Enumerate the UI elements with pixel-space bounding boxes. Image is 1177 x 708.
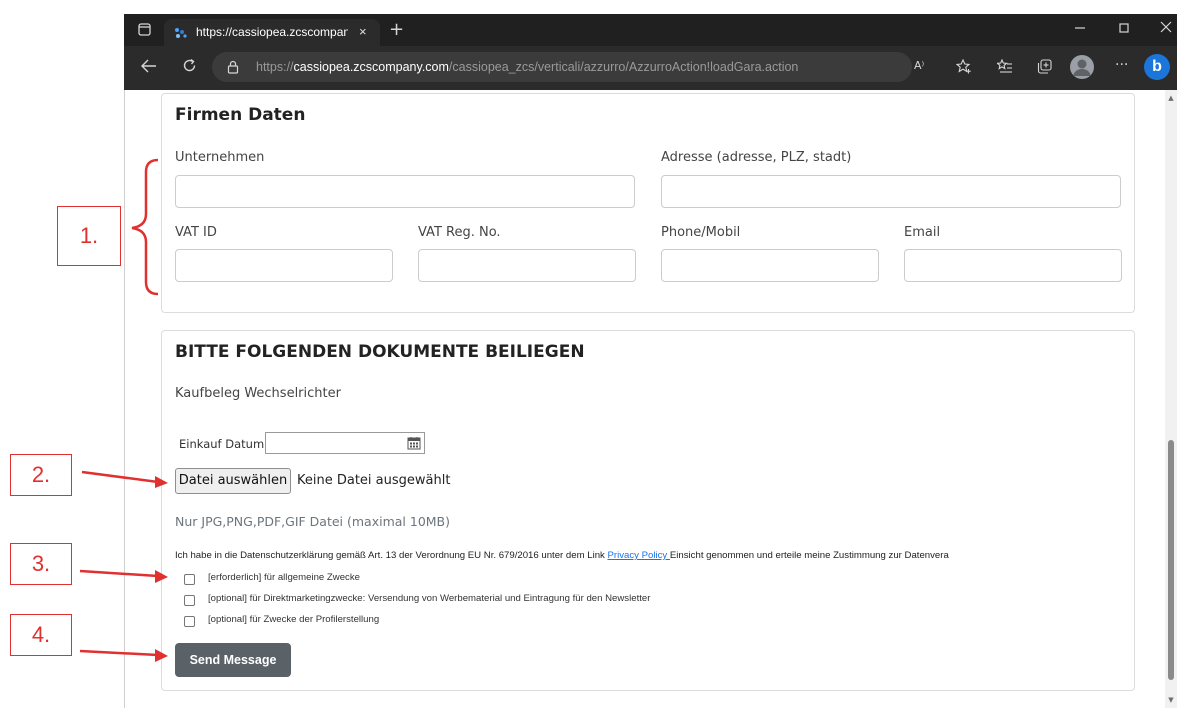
url-text: https://cassiopea.zcscompany.com/cassiop…: [256, 60, 798, 74]
tab-title: https://cassiopea.zcscompany.co: [196, 25, 348, 39]
scroll-thumb[interactable]: [1168, 440, 1174, 680]
annotation-label-1: 1.: [57, 206, 121, 266]
read-aloud-icon[interactable]: A⁾: [914, 60, 924, 71]
close-window-icon[interactable]: [1160, 21, 1172, 36]
company-name-input[interactable]: [175, 175, 635, 208]
consent-general-checkbox[interactable]: [184, 574, 195, 585]
annotation-label-4: 4.: [10, 614, 72, 656]
more-menu-icon[interactable]: ···: [1115, 58, 1128, 72]
tab-close-icon[interactable]: ×: [359, 24, 367, 39]
collections-icon[interactable]: [1037, 59, 1052, 77]
annotation-label-2: 2.: [10, 454, 72, 496]
choose-file-button[interactable]: Datei auswählen: [175, 468, 291, 494]
documents-card: BITTE FOLGENDEN DOKUMENTE BEILIEGEN Kauf…: [161, 330, 1135, 691]
new-tab-icon[interactable]: +: [389, 21, 404, 39]
back-arrow-icon[interactable]: [141, 59, 157, 76]
browser-toolbar: https://cassiopea.zcscompany.com/cassiop…: [124, 46, 1177, 90]
email-input[interactable]: [904, 249, 1122, 282]
company-data-card: Firmen Daten Unternehmen Adresse (adress…: [161, 93, 1135, 313]
calendar-icon[interactable]: [407, 436, 421, 450]
browser-window: https://cassiopea.zcscompany.co × +: [124, 14, 1177, 708]
page-viewport: Firmen Daten Unternehmen Adresse (adress…: [124, 90, 1177, 708]
company-section-title: Firmen Daten: [175, 105, 306, 125]
file-format-note: Nur JPG,PNG,PDF,GIF Datei (maximal 10MB): [175, 514, 451, 529]
purchase-date-label: Einkauf Datum: [179, 437, 265, 451]
address-bar[interactable]: https://cassiopea.zcscompany.com/cassiop…: [212, 52, 912, 82]
address-input[interactable]: [661, 175, 1121, 208]
browser-tab[interactable]: https://cassiopea.zcscompany.co ×: [164, 19, 380, 46]
file-status-text: Keine Datei ausgewählt: [297, 473, 451, 488]
scroll-up-icon[interactable]: ▲: [1167, 94, 1175, 102]
consent-marketing-checkbox[interactable]: [184, 595, 195, 606]
lock-icon[interactable]: [227, 60, 239, 74]
url-host: cassiopea.zcscompany.com: [293, 60, 449, 74]
phone-input[interactable]: [661, 249, 879, 282]
consent-profiling-checkbox[interactable]: [184, 616, 195, 627]
scroll-down-icon[interactable]: ▼: [1167, 696, 1175, 704]
url-path: /cassiopea_zcs/verticali/azzurro/Azzurro…: [448, 60, 799, 74]
address-label: Adresse (adresse, PLZ, stadt): [661, 150, 852, 165]
company-name-label: Unternehmen: [175, 150, 265, 165]
consent-text-after: Einsicht genommen und erteile meine Zust…: [669, 550, 949, 561]
profile-avatar-icon[interactable]: [1070, 55, 1094, 79]
annotation-label-3: 3.: [10, 543, 72, 585]
vat-id-input[interactable]: [175, 249, 393, 282]
url-scheme: https://: [256, 60, 294, 74]
site-favicon-icon: [174, 26, 188, 38]
privacy-policy-link[interactable]: Privacy Policy: [608, 550, 670, 561]
consent-text-before: Ich habe in die Datenschutzerklärung gem…: [175, 550, 608, 561]
consent-profiling-label: [optional] für Zwecke der Profilerstellu…: [208, 614, 380, 625]
vat-reg-input[interactable]: [418, 249, 636, 282]
consent-marketing-label: [optional] für Direktmarketingzwecke: Ve…: [208, 593, 651, 604]
phone-label: Phone/Mobil: [661, 225, 741, 240]
minimize-icon[interactable]: [1074, 22, 1086, 37]
tab-actions-icon[interactable]: [138, 23, 151, 39]
add-favorite-icon[interactable]: [955, 58, 972, 77]
page-scrollbar[interactable]: ▲ ▼: [1165, 90, 1177, 708]
email-label: Email: [904, 225, 941, 240]
vat-id-label: VAT ID: [175, 225, 217, 240]
send-message-button[interactable]: Send Message: [175, 643, 291, 677]
browser-titlebar: https://cassiopea.zcscompany.co × +: [124, 14, 1177, 46]
documents-section-title: BITTE FOLGENDEN DOKUMENTE BEILIEGEN: [175, 342, 585, 362]
purchase-date-input[interactable]: [265, 432, 425, 454]
vat-reg-label: VAT Reg. No.: [418, 225, 501, 240]
refresh-icon[interactable]: [182, 58, 197, 76]
consent-general-label: [erforderlich] für allgemeine Zwecke: [208, 572, 360, 583]
receipt-label: Kaufbeleg Wechselrichter: [175, 386, 341, 401]
maximize-icon[interactable]: [1118, 22, 1130, 37]
favorites-icon[interactable]: [996, 58, 1013, 77]
privacy-consent-text: Ich habe in die Datenschutzerklärung gem…: [175, 550, 1130, 561]
screenshot-stage: https://cassiopea.zcscompany.co × +: [0, 0, 1177, 708]
bing-chat-icon[interactable]: b: [1144, 54, 1170, 80]
